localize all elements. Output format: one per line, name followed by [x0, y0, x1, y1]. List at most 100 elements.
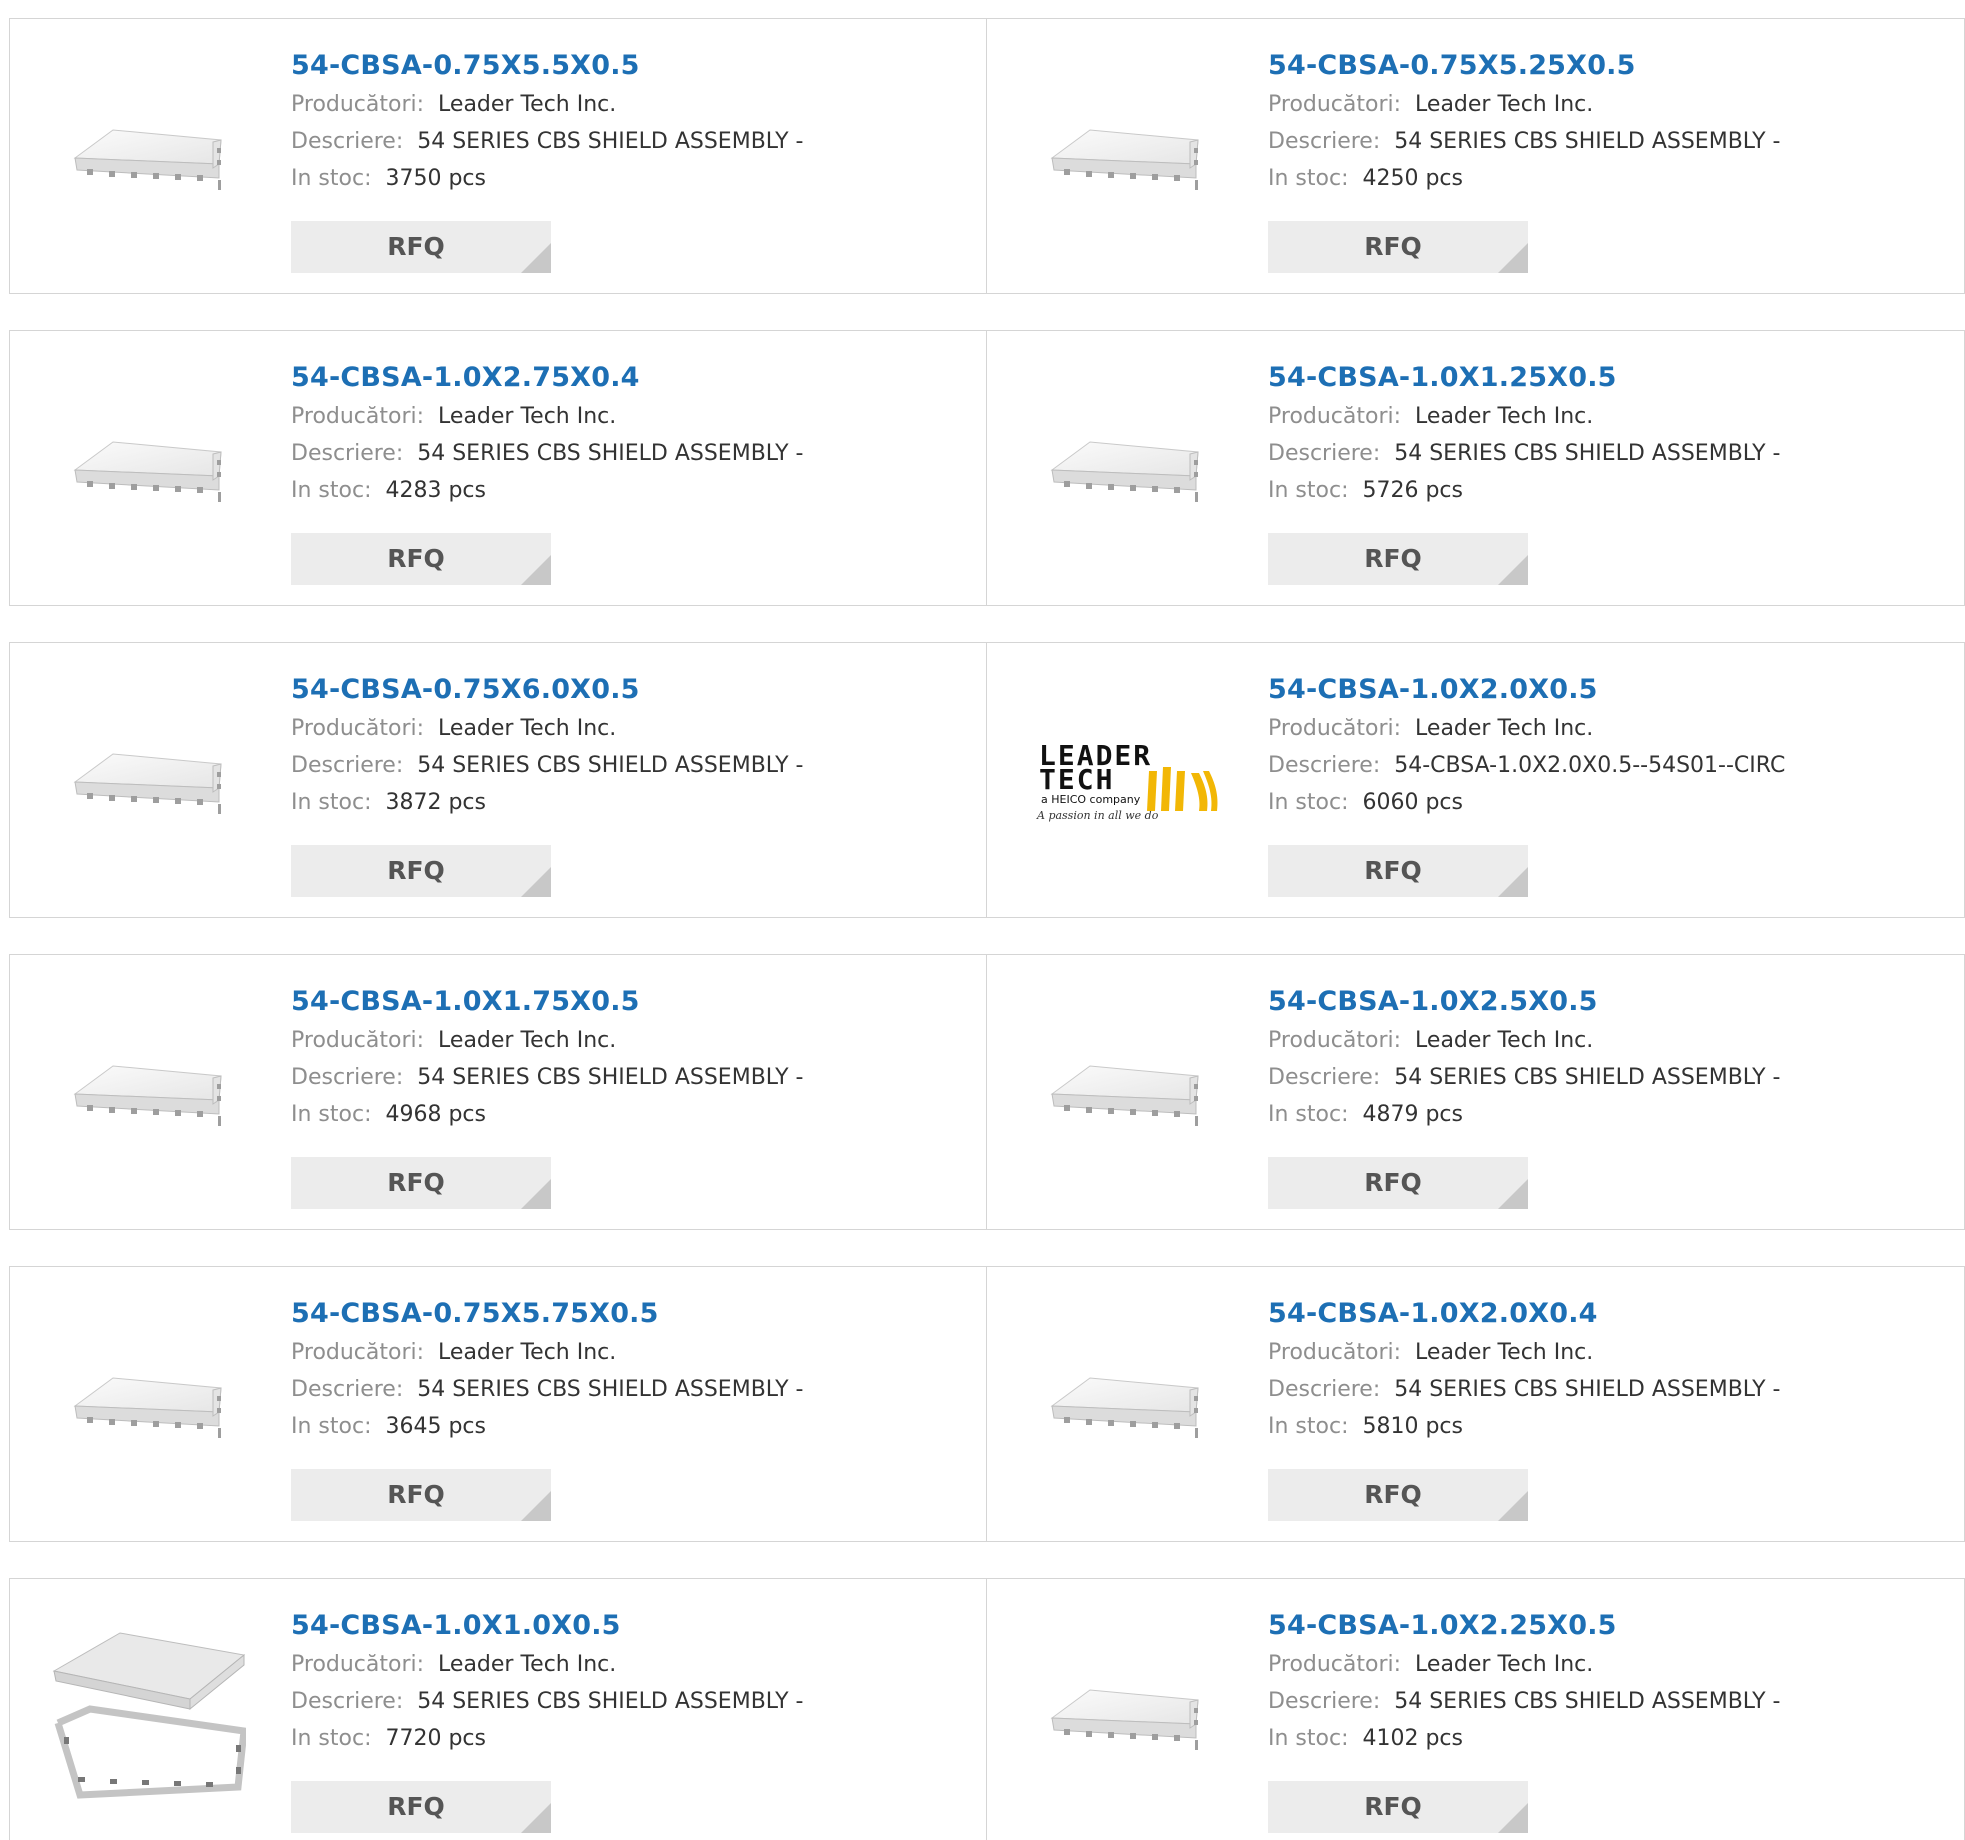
stock-row: In stoc: 5810 pcs — [1268, 1415, 1948, 1439]
manufacturer-value: Leader Tech Inc. — [438, 1340, 617, 1365]
rfq-button[interactable]: RFQ — [291, 1157, 551, 1209]
description-row: Descriere: 54 SERIES CBS SHIELD ASSEMBLY … — [1268, 1378, 1948, 1402]
rfq-label: RFQ — [1364, 1480, 1422, 1509]
description-value: 54 SERIES CBS SHIELD ASSEMBLY - — [1394, 129, 1781, 154]
product-title-link[interactable]: 54-CBSA-0.75X6.0X0.5 — [291, 673, 971, 707]
product-info: 54-CBSA-1.0X1.25X0.5 Producători: Leader … — [1268, 361, 1948, 503]
manufacturer-row: Producători: Leader Tech Inc. — [1268, 93, 1948, 117]
product-title-link[interactable]: 54-CBSA-1.0X2.0X0.5 — [1268, 673, 1948, 707]
product-title-link[interactable]: 54-CBSA-1.0X2.25X0.5 — [1268, 1609, 1948, 1643]
rfq-button[interactable]: RFQ — [1268, 1469, 1528, 1521]
stock-label: In stoc: — [1268, 478, 1349, 503]
stock-label: In stoc: — [291, 1102, 372, 1127]
product-info: 54-CBSA-1.0X2.25X0.5 Producători: Leader … — [1268, 1609, 1948, 1751]
product-title-link[interactable]: 54-CBSA-1.0X1.0X0.5 — [291, 1609, 971, 1643]
product-image[interactable]: LEADER TECH a HEICO company A passion in… — [1025, 691, 1225, 871]
product-row: 54-CBSA-0.75X6.0X0.5 Producători: Leader … — [9, 642, 1965, 918]
stock-value: 6060 pcs — [1362, 790, 1463, 815]
rfq-button[interactable]: RFQ — [291, 845, 551, 897]
description-value: 54 SERIES CBS SHIELD ASSEMBLY - — [417, 1065, 804, 1090]
product-title-link[interactable]: 54-CBSA-0.75X5.75X0.5 — [291, 1297, 971, 1331]
stock-row: In stoc: 5726 pcs — [1268, 479, 1948, 503]
logo-line-2: TECH — [1039, 763, 1115, 796]
description-label: Descriere: — [291, 753, 404, 778]
product-title-link[interactable]: 54-CBSA-1.0X1.75X0.5 — [291, 985, 971, 1019]
product-image[interactable] — [48, 691, 248, 871]
stock-row: In stoc: 4968 pcs — [291, 1103, 971, 1127]
stock-value: 3750 pcs — [385, 166, 486, 191]
product-image[interactable] — [1025, 1627, 1225, 1807]
description-row: Descriere: 54 SERIES CBS SHIELD ASSEMBLY … — [291, 442, 971, 466]
stock-label: In stoc: — [291, 1414, 372, 1439]
leader-tech-logo: LEADER TECH a HEICO company A passion in… — [1025, 731, 1225, 831]
manufacturer-label: Producători: — [291, 1340, 425, 1365]
manufacturer-label: Producători: — [291, 1028, 425, 1053]
manufacturer-label: Producători: — [291, 716, 425, 741]
rfq-label: RFQ — [1364, 1168, 1422, 1197]
rfq-button[interactable]: RFQ — [291, 221, 551, 273]
product-image[interactable] — [48, 67, 248, 247]
product-image[interactable] — [48, 1627, 248, 1807]
manufacturer-label: Producători: — [291, 1652, 425, 1677]
product-image[interactable] — [48, 1003, 248, 1183]
rfq-button[interactable]: RFQ — [1268, 845, 1528, 897]
product-card: 54-CBSA-1.0X1.0X0.5 Producători: Leader T… — [9, 1578, 987, 1840]
product-image[interactable] — [48, 379, 248, 559]
manufacturer-value: Leader Tech Inc. — [1415, 1652, 1594, 1677]
stock-label: In stoc: — [1268, 1102, 1349, 1127]
description-label: Descriere: — [291, 441, 404, 466]
description-row: Descriere: 54 SERIES CBS SHIELD ASSEMBLY … — [291, 1066, 971, 1090]
stock-value: 4102 pcs — [1362, 1726, 1463, 1751]
product-title-link[interactable]: 54-CBSA-0.75X5.25X0.5 — [1268, 49, 1948, 83]
stock-value: 7720 pcs — [385, 1726, 486, 1751]
product-info: 54-CBSA-1.0X1.0X0.5 Producători: Leader T… — [291, 1609, 971, 1751]
description-row: Descriere: 54 SERIES CBS SHIELD ASSEMBLY … — [1268, 1066, 1948, 1090]
product-title-link[interactable]: 54-CBSA-1.0X2.0X0.4 — [1268, 1297, 1948, 1331]
manufacturer-value: Leader Tech Inc. — [438, 404, 617, 429]
corner-fold-icon — [521, 1179, 551, 1209]
description-value: 54 SERIES CBS SHIELD ASSEMBLY - — [417, 129, 804, 154]
manufacturer-label: Producători: — [1268, 404, 1402, 429]
product-image[interactable] — [1025, 1315, 1225, 1495]
product-card: LEADER TECH a HEICO company A passion in… — [987, 642, 1965, 918]
corner-fold-icon — [521, 555, 551, 585]
description-label: Descriere: — [1268, 1065, 1381, 1090]
stock-row: In stoc: 4879 pcs — [1268, 1103, 1948, 1127]
rfq-button[interactable]: RFQ — [291, 1469, 551, 1521]
rfq-button[interactable]: RFQ — [291, 1781, 551, 1833]
product-title-link[interactable]: 54-CBSA-1.0X1.25X0.5 — [1268, 361, 1948, 395]
stock-value: 4879 pcs — [1362, 1102, 1463, 1127]
shield-can-icon — [1050, 441, 1199, 502]
stock-value: 5810 pcs — [1362, 1414, 1463, 1439]
manufacturer-row: Producători: Leader Tech Inc. — [1268, 717, 1948, 741]
product-image[interactable] — [1025, 379, 1225, 559]
product-row: 54-CBSA-0.75X5.75X0.5 Producători: Leader… — [9, 1266, 1965, 1542]
product-title-link[interactable]: 54-CBSA-0.75X5.5X0.5 — [291, 49, 971, 83]
product-image[interactable] — [1025, 1003, 1225, 1183]
description-value: 54 SERIES CBS SHIELD ASSEMBLY - — [1394, 1065, 1781, 1090]
stock-row: In stoc: 3645 pcs — [291, 1415, 971, 1439]
product-title-link[interactable]: 54-CBSA-1.0X2.5X0.5 — [1268, 985, 1948, 1019]
corner-fold-icon — [1498, 1803, 1528, 1833]
description-label: Descriere: — [291, 1689, 404, 1714]
rfq-button[interactable]: RFQ — [1268, 1157, 1528, 1209]
product-title-link[interactable]: 54-CBSA-1.0X2.75X0.4 — [291, 361, 971, 395]
rfq-label: RFQ — [387, 544, 445, 573]
stock-value: 3645 pcs — [385, 1414, 486, 1439]
manufacturer-row: Producători: Leader Tech Inc. — [291, 93, 971, 117]
corner-fold-icon — [1498, 1179, 1528, 1209]
product-card: 54-CBSA-0.75X5.75X0.5 Producători: Leader… — [9, 1266, 987, 1542]
product-image[interactable] — [1025, 67, 1225, 247]
rfq-button[interactable]: RFQ — [1268, 533, 1528, 585]
product-info: 54-CBSA-1.0X2.75X0.4 Producători: Leader … — [291, 361, 971, 503]
rfq-label: RFQ — [387, 1480, 445, 1509]
rfq-button[interactable]: RFQ — [1268, 221, 1528, 273]
corner-fold-icon — [521, 1803, 551, 1833]
manufacturer-label: Producători: — [291, 404, 425, 429]
description-row: Descriere: 54 SERIES CBS SHIELD ASSEMBLY … — [291, 1690, 971, 1714]
rfq-button[interactable]: RFQ — [1268, 1781, 1528, 1833]
manufacturer-value: Leader Tech Inc. — [1415, 1028, 1594, 1053]
rfq-label: RFQ — [387, 232, 445, 261]
product-image[interactable] — [48, 1315, 248, 1495]
rfq-button[interactable]: RFQ — [291, 533, 551, 585]
